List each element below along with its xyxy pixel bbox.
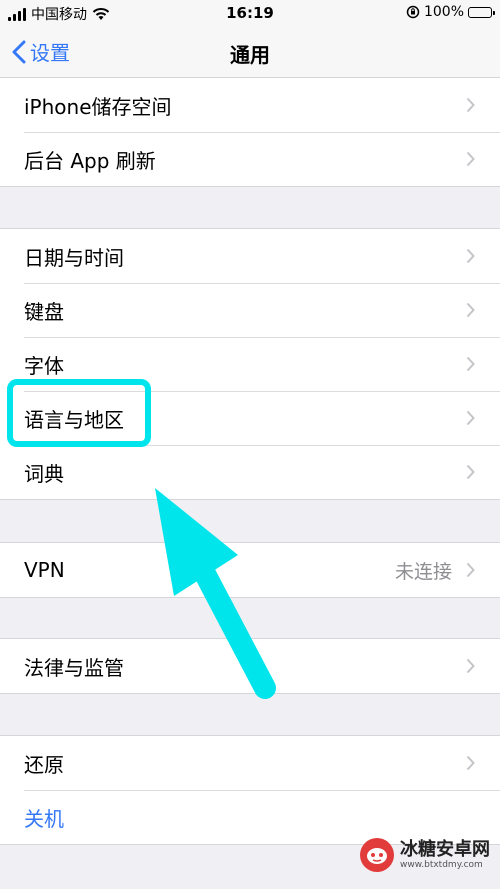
watermark-text: 冰糖安卓网 www.btxtdmy.com [400,839,490,871]
watermark: 冰糖安卓网 www.btxtdmy.com [360,838,490,872]
pointer-arrow-icon [155,488,276,699]
watermark-title: 冰糖安卓网 [400,839,490,860]
watermark-logo-icon [360,838,394,872]
watermark-url: www.btxtdmy.com [400,860,483,870]
